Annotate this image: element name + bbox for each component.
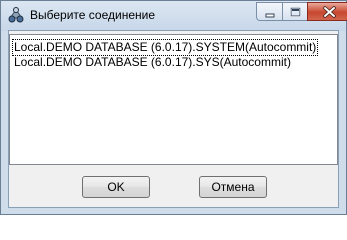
- dialog-body: Local.DEMO DATABASE (6.0.17).SYSTEM(Auto…: [8, 30, 339, 208]
- list-item-connection-system[interactable]: Local.DEMO DATABASE (6.0.17).SYSTEM(Auto…: [11, 39, 319, 56]
- db-connection-icon[interactable]: [7, 6, 25, 24]
- cancel-button[interactable]: Отмена: [199, 176, 267, 198]
- ok-button[interactable]: OK: [82, 176, 150, 198]
- close-icon: [323, 6, 336, 18]
- minimize-button[interactable]: [256, 2, 282, 21]
- maximize-icon: [290, 7, 301, 17]
- minimize-icon: [265, 13, 275, 18]
- connection-dialog: Выберите соединение Local.DEMO DATABASE …: [0, 0, 347, 215]
- connection-list[interactable]: Local.DEMO DATABASE (6.0.17).SYSTEM(Auto…: [9, 34, 338, 165]
- list-item-connection-sys[interactable]: Local.DEMO DATABASE (6.0.17).SYS(Autocom…: [13, 55, 292, 70]
- title-bar[interactable]: Выберите соединение: [1, 1, 347, 31]
- caption-buttons: [256, 2, 347, 21]
- close-button[interactable]: [307, 2, 347, 21]
- maximize-button[interactable]: [282, 2, 307, 21]
- window-title: Выберите соединение: [30, 8, 156, 22]
